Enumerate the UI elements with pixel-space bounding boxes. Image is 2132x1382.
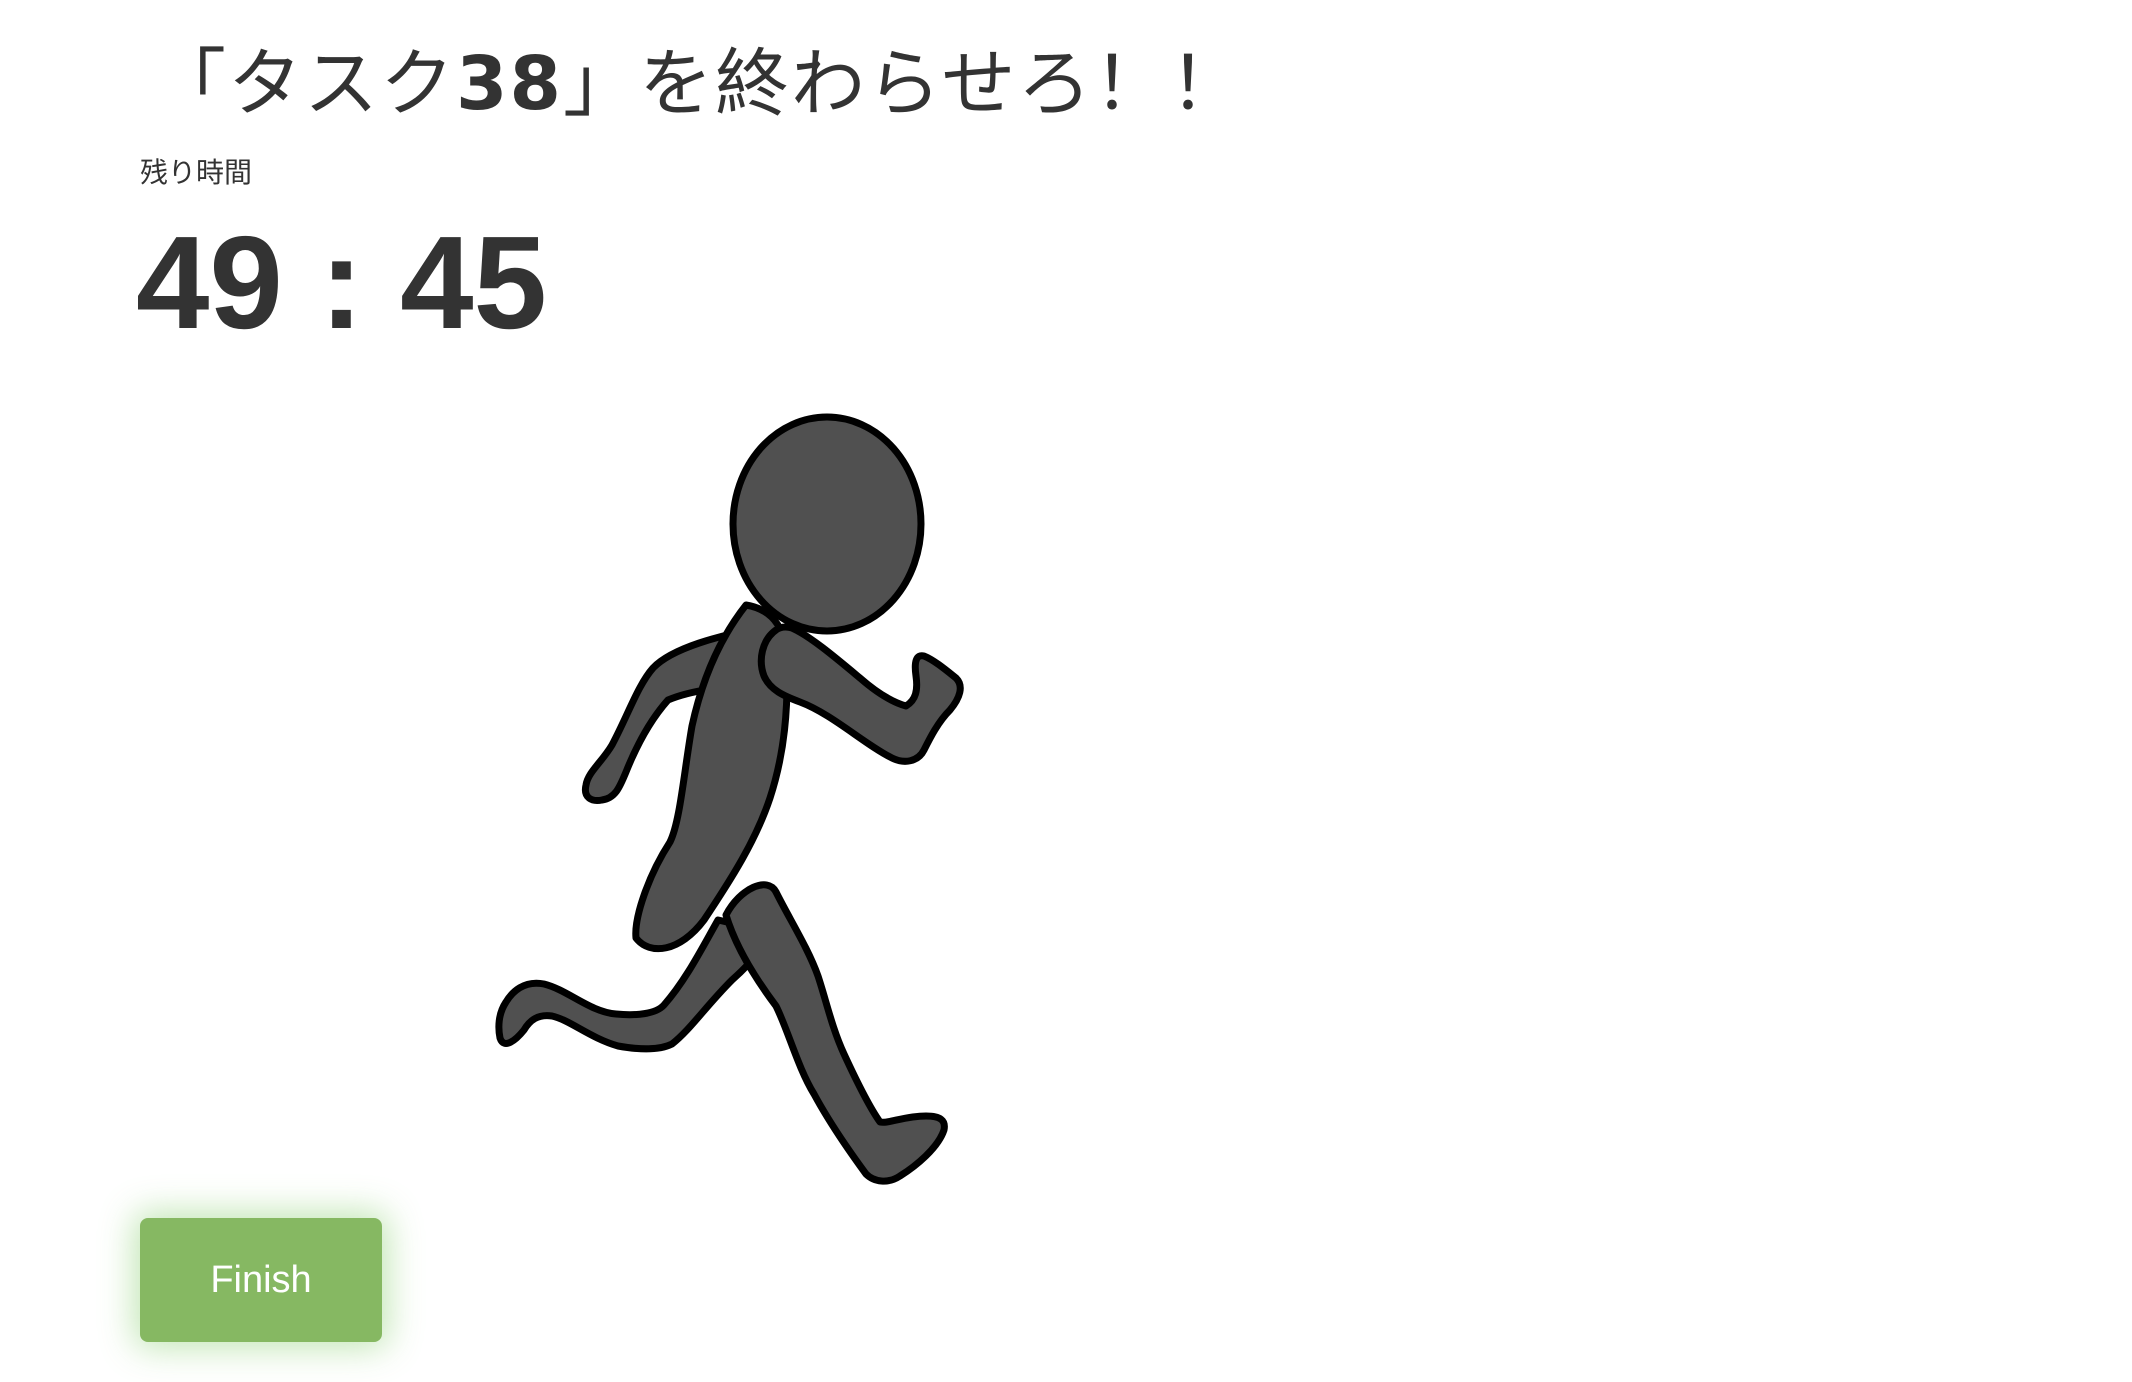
page-title: 「タスク38」を終わらせろ！！ — [152, 40, 1246, 129]
countdown-timer: 49 : 45 — [136, 209, 547, 356]
runner-head — [729, 413, 925, 635]
task-number: 38 — [456, 41, 563, 127]
finish-button[interactable]: Finish — [140, 1218, 382, 1342]
running-person-icon — [495, 413, 964, 1185]
runner-front-arm — [757, 623, 964, 765]
title-suffix: 」を終わらせろ！！ — [562, 41, 1246, 127]
remaining-time-label: 残り時間 — [140, 156, 253, 189]
title-prefix: 「タスク — [152, 41, 456, 127]
runner-front-leg — [722, 881, 948, 1185]
